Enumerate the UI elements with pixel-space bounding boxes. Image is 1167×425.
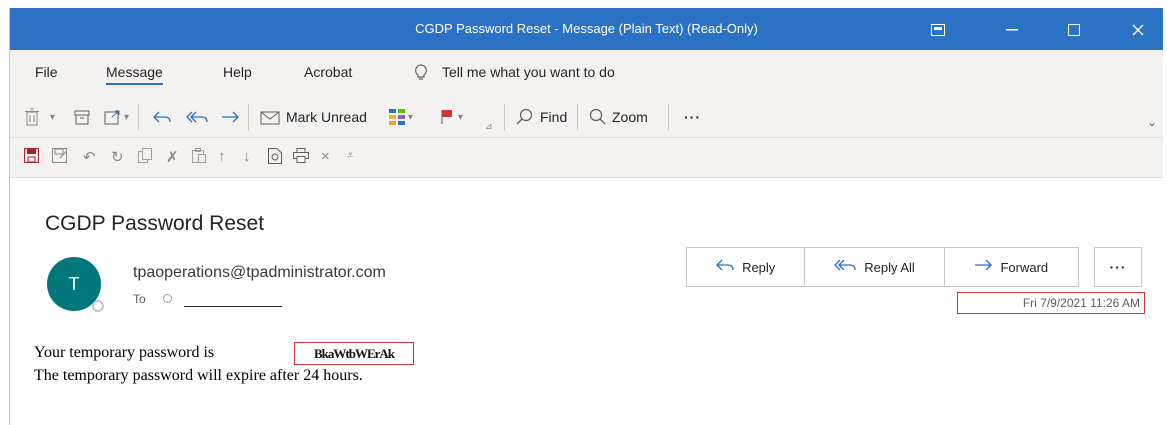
tell-me-search[interactable]: Tell me what you want to do <box>442 64 615 80</box>
more-actions-button[interactable]: ··· <box>1094 247 1142 287</box>
ribbon-divider <box>668 104 669 130</box>
menu-bar: File Message Help Acrobat Tell me what y… <box>10 50 1163 96</box>
temporary-password-redacted: BkaWtbWErAk <box>294 342 414 365</box>
mark-unread-label: Mark Unread <box>286 109 367 125</box>
ribbon-toolbar: ▾ ▾ Mark Unread ▾ ▾ ⊿ Find Zoom ··· ⌄ <box>10 96 1163 138</box>
delete-dropdown-chevron-icon[interactable]: ▾ <box>50 105 55 129</box>
undo-icon[interactable]: ↶ <box>83 148 96 166</box>
maximize-button[interactable] <box>1054 18 1094 42</box>
message-subject: CGDP Password Reset <box>45 212 265 235</box>
presence-status-icon <box>92 300 104 312</box>
maximize-icon <box>1068 24 1080 36</box>
quick-access-toolbar: ↶ ↻ ✗ ↑ ↓ × ⩡ <box>10 138 1163 178</box>
menu-file[interactable]: File <box>35 64 58 80</box>
recipient-presence-icon <box>163 294 172 303</box>
forward-arrow-icon <box>974 258 993 277</box>
message-actions: Reply Reply All Forward <box>686 247 1079 287</box>
customize-toolbar-chevron-icon[interactable]: ⩡ <box>347 148 354 163</box>
lightbulb-icon <box>414 64 428 85</box>
ribbon-more-button[interactable]: ··· <box>684 105 701 129</box>
forward-label: Forward <box>1000 259 1049 275</box>
recipient-redacted-line <box>184 306 282 307</box>
paste-icon[interactable] <box>192 148 206 167</box>
reply-button[interactable]: Reply <box>687 248 804 286</box>
previous-item-arrow-icon[interactable]: ↑ <box>218 148 226 165</box>
envelope-icon <box>260 111 280 125</box>
ribbon-expand-chevron-icon[interactable]: ⌄ <box>1147 110 1157 134</box>
follow-up-button[interactable]: ▾ <box>440 105 463 129</box>
tags-dialog-launcher-icon[interactable]: ⊿ <box>485 114 493 138</box>
ribbon-display-icon <box>931 24 945 36</box>
ribbon-divider <box>248 104 249 130</box>
categorize-icon <box>389 109 405 125</box>
reply-all-arrow-icon <box>834 258 856 277</box>
delete-button[interactable] <box>24 105 40 129</box>
move-button[interactable]: ▾ <box>104 105 129 129</box>
cropped-top-strip <box>0 0 1167 8</box>
close-button[interactable] <box>1118 18 1158 42</box>
categorize-button[interactable]: ▾ <box>388 105 413 129</box>
zoom-label: Zoom <box>612 109 648 125</box>
trash-icon <box>25 108 39 126</box>
move-to-folder-icon <box>104 110 120 125</box>
follow-up-dropdown-chevron-icon: ▾ <box>458 111 464 123</box>
zoom-icon <box>589 108 606 125</box>
close-icon <box>1132 24 1144 36</box>
zoom-button[interactable]: Zoom <box>588 105 648 129</box>
received-date: Fri 7/9/2021 11:26 AM <box>957 292 1145 314</box>
redo-icon[interactable]: ↻ <box>111 148 124 166</box>
menu-help[interactable]: Help <box>223 64 252 80</box>
categorize-dropdown-chevron-icon: ▾ <box>408 111 414 123</box>
print-preview-icon[interactable] <box>268 148 282 168</box>
body-line-expiry: The temporary password will expire after… <box>34 367 363 384</box>
next-item-arrow-icon[interactable]: ↓ <box>243 148 251 165</box>
window-right-edge <box>1163 8 1167 425</box>
reply-arrow-icon <box>153 111 171 123</box>
title-bar: CGDP Password Reset - Message (Plain Tex… <box>10 8 1163 50</box>
ribbon-divider <box>577 104 578 130</box>
window-left-edge <box>0 8 10 425</box>
ribbon-display-options-button[interactable] <box>918 18 958 42</box>
find-label: Find <box>540 109 568 125</box>
flag-icon <box>441 110 452 124</box>
sender-address[interactable]: tpaoperations@tpadministrator.com <box>133 264 386 282</box>
cut-icon[interactable]: ✗ <box>166 148 179 166</box>
save-icon[interactable] <box>23 147 40 167</box>
minimize-icon <box>1006 29 1018 31</box>
forward-arrow-icon <box>222 111 239 123</box>
minimize-button[interactable] <box>992 18 1032 42</box>
search-icon <box>516 108 533 125</box>
window-title: CGDP Password Reset - Message (Plain Tex… <box>415 21 758 36</box>
forward-button[interactable]: Forward <box>943 248 1078 286</box>
body-line-password: Your temporary password is <box>34 344 215 361</box>
reply-label: Reply <box>742 259 776 275</box>
reply-all-ribbon-button[interactable] <box>186 105 208 129</box>
to-label: To <box>133 292 146 306</box>
forward-ribbon-button[interactable] <box>221 105 239 129</box>
reply-ribbon-button[interactable] <box>153 105 171 129</box>
menu-acrobat[interactable]: Acrobat <box>304 64 352 80</box>
reply-all-arrow-icon <box>186 111 208 123</box>
archive-button[interactable] <box>74 105 90 129</box>
close-item-icon[interactable]: × <box>321 148 330 165</box>
reply-all-button[interactable]: Reply All <box>804 248 943 286</box>
mark-unread-button[interactable]: Mark Unread <box>260 105 367 129</box>
ribbon-divider <box>138 104 139 130</box>
save-as-icon[interactable] <box>52 148 67 167</box>
find-button[interactable]: Find <box>516 105 567 129</box>
ribbon-divider <box>504 104 505 130</box>
move-dropdown-chevron-icon: ▾ <box>124 111 130 123</box>
archive-icon <box>74 110 90 125</box>
print-icon[interactable] <box>293 148 309 167</box>
reply-all-label: Reply All <box>864 259 915 275</box>
copy-icon[interactable] <box>138 148 152 167</box>
menu-message[interactable]: Message <box>106 64 163 85</box>
reply-arrow-icon <box>716 258 734 277</box>
